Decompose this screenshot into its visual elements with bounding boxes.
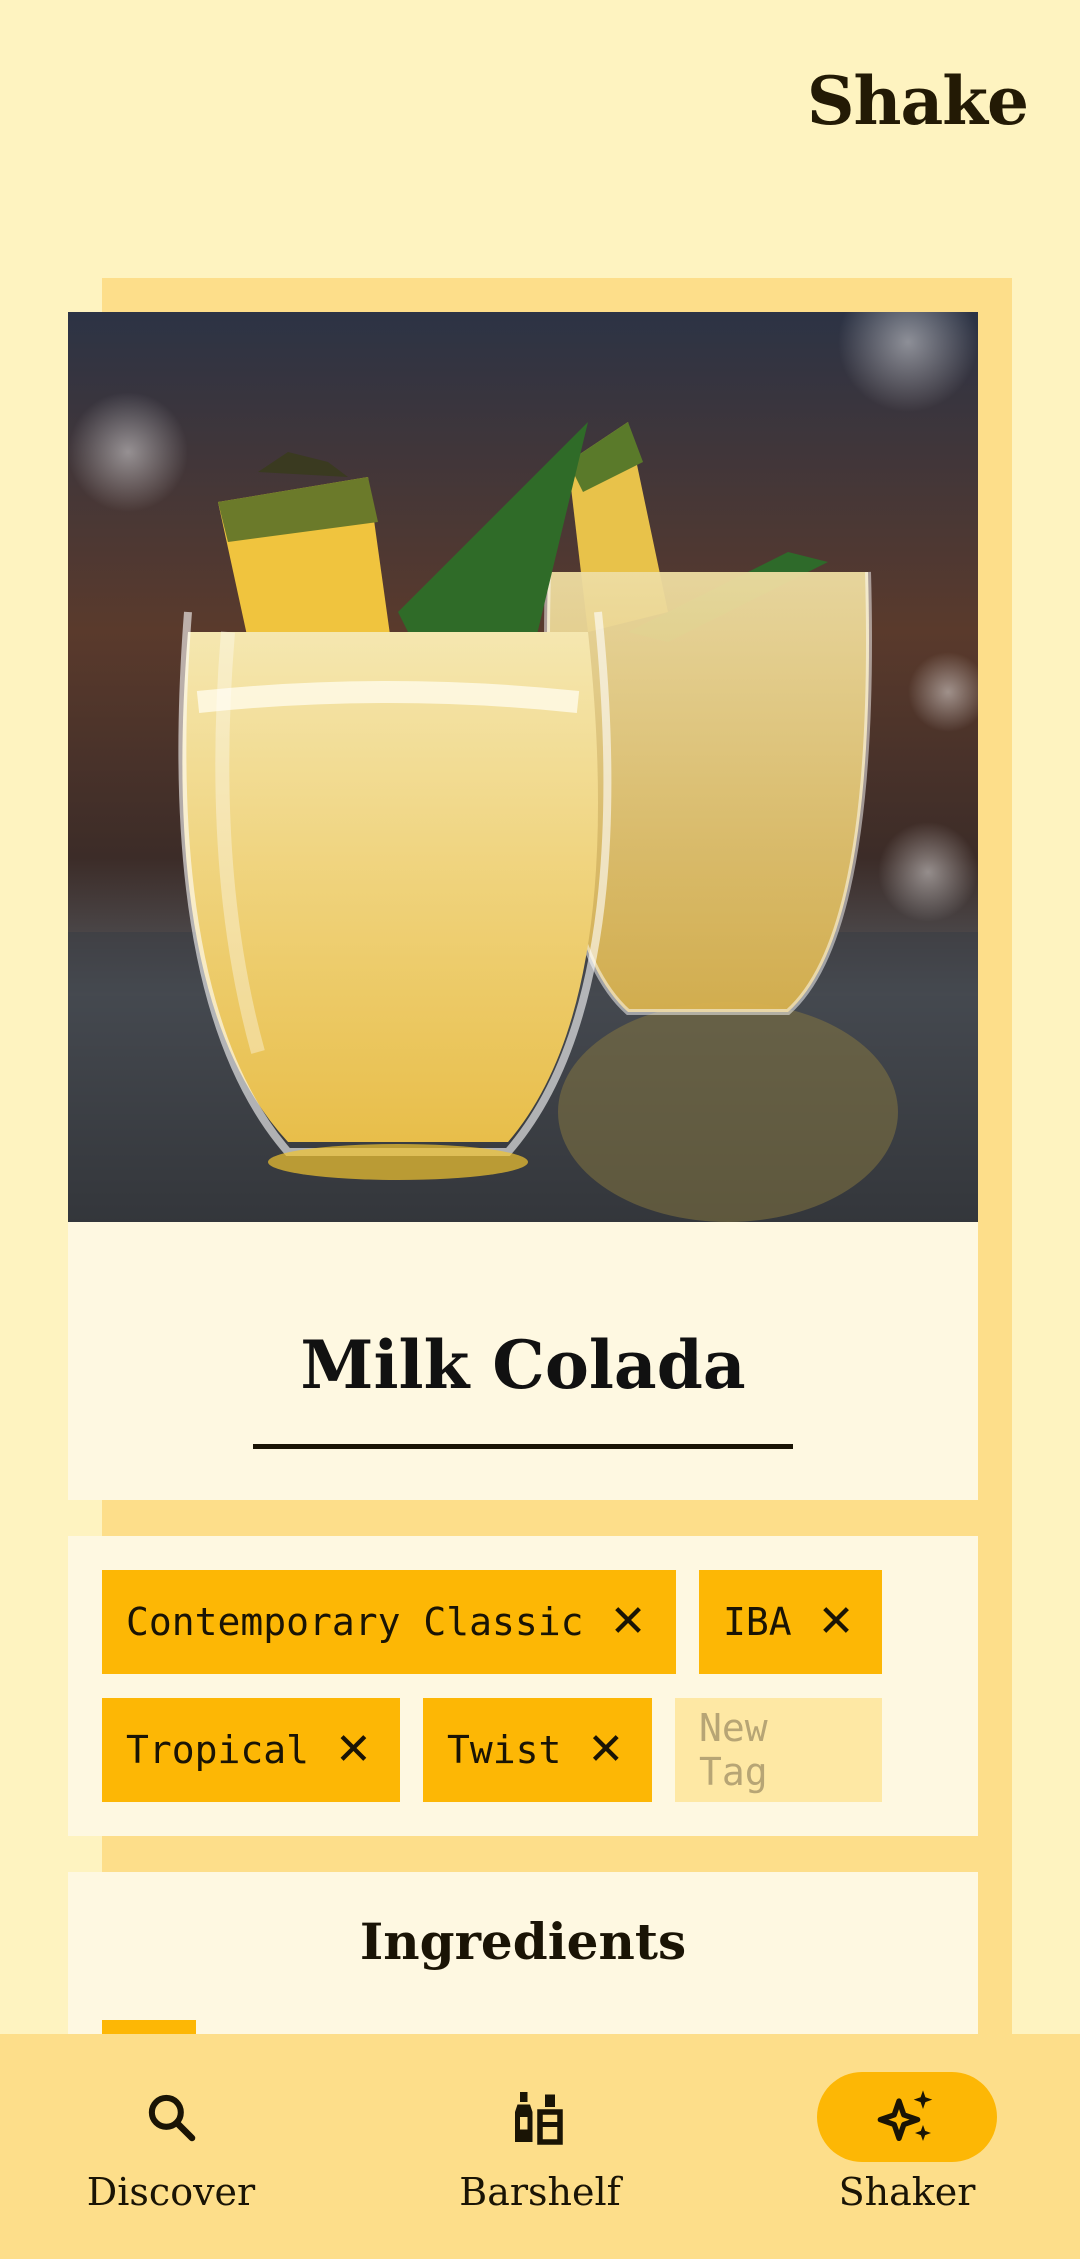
bottle-glass-icon (450, 2072, 630, 2162)
nav-item-discover[interactable]: Discover (21, 2034, 321, 2259)
tag-label: Tropical (126, 1728, 310, 1772)
remove-tag-icon[interactable]: ✕ (587, 1728, 624, 1772)
tags-panel: Contemporary Classic ✕ IBA ✕ Tropical ✕ … (68, 1536, 978, 1836)
sparkles-icon (817, 2072, 997, 2162)
tag-label: Twist (447, 1728, 562, 1772)
nav-item-barshelf[interactable]: Barshelf (390, 2034, 690, 2259)
tag-chip: Tropical ✕ (102, 1698, 400, 1802)
tag-chip: IBA ✕ (699, 1570, 882, 1674)
nav-label: Discover (86, 2170, 256, 2214)
remove-tag-icon[interactable]: ✕ (335, 1728, 372, 1772)
ingredients-heading: Ingredients (359, 1912, 687, 1971)
tag-label: Contemporary Classic (126, 1600, 584, 1644)
remove-tag-icon[interactable]: ✕ (610, 1600, 647, 1644)
search-icon (81, 2072, 261, 2162)
app-title: Shake (806, 62, 1029, 140)
nav-item-shaker[interactable]: Shaker (757, 2034, 1057, 2259)
new-tag-input[interactable]: New Tag (675, 1698, 882, 1802)
title-panel: Milk Colada (68, 1222, 978, 1500)
tag-label: IBA (723, 1600, 792, 1644)
cocktail-photo (68, 312, 978, 1222)
tag-chip: Contemporary Classic ✕ (102, 1570, 676, 1674)
bottom-nav: Discover Barshelf Shaker (0, 2034, 1080, 2259)
nav-label: Barshelf (459, 2170, 621, 2214)
nav-label: Shaker (838, 2170, 976, 2214)
drink-title[interactable]: Milk Colada (68, 1326, 978, 1404)
tag-chip: Twist ✕ (423, 1698, 652, 1802)
title-underline (253, 1444, 793, 1449)
remove-tag-icon[interactable]: ✕ (818, 1600, 855, 1644)
